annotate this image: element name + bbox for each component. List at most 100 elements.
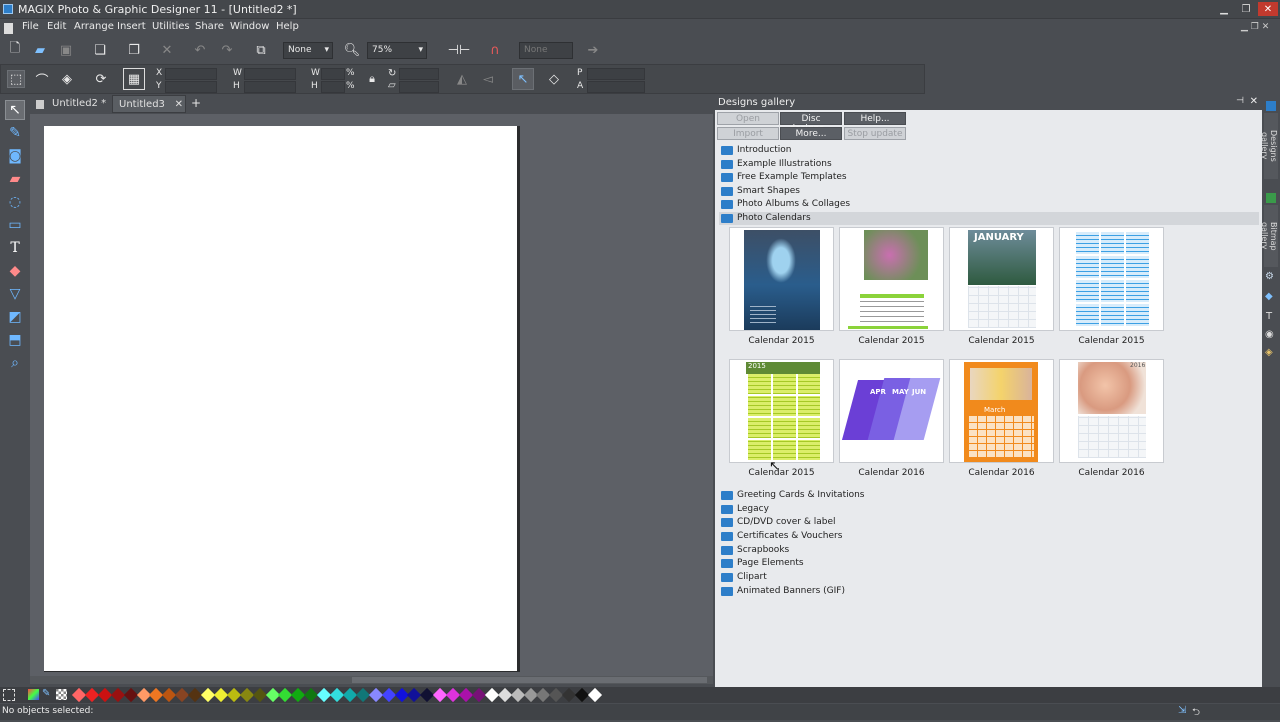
color-swatch[interactable] [239,687,254,703]
snap-magnet-icon[interactable]: ∩ [486,41,504,59]
designs-gallery-icon[interactable] [1266,101,1276,111]
calendar-thumbnail[interactable]: JANUARY [949,227,1054,331]
tab-bitmap-gallery[interactable]: Bitmap gallery [1260,205,1278,267]
color-swatch[interactable] [484,687,499,703]
color-gallery-icon[interactable]: ◉ [1265,329,1274,340]
scrollbar-thumb[interactable] [352,677,707,683]
calendar-thumbnail[interactable]: 2016 [1059,359,1164,463]
color-swatch[interactable] [252,687,267,703]
color-swatch[interactable] [497,687,512,703]
transform-icon[interactable]: ⧉ [252,41,270,59]
bitmap-gallery-icon[interactable] [1266,193,1276,203]
curve-icon[interactable]: ⌒ [33,70,51,89]
eyedropper-icon[interactable]: ✎ [42,688,50,699]
color-swatch[interactable] [123,687,138,703]
transparency-tool-icon[interactable]: ▽ [5,284,25,304]
folder-greeting-cards[interactable]: Greeting Cards & Invitations [719,489,1259,502]
zoom-icon[interactable]: 🔍︎ [343,41,361,59]
folder-smart-shapes[interactable]: Smart Shapes [719,185,1259,198]
undo-status-icon[interactable]: ⮌ [1192,705,1200,722]
a-field[interactable] [587,81,645,93]
x-field[interactable] [165,68,217,80]
redo-icon[interactable]: ↷ [218,41,236,59]
doc-window-controls[interactable]: ▁ ❐ ✕ [1241,22,1269,32]
color-swatch[interactable] [381,687,396,703]
selector-mode-icon[interactable]: ⬚ [7,70,25,88]
delete-icon[interactable]: ✕ [158,41,176,59]
color-swatch[interactable] [213,687,228,703]
shadow-tool-icon[interactable]: ◩ [5,307,25,327]
folder-introduction[interactable]: Introduction [719,144,1259,157]
calendar-thumbnail[interactable] [839,227,944,331]
tag-icon[interactable]: ◇ [545,70,563,88]
calendar-thumbnail[interactable]: 2015 [729,359,834,463]
horizontal-scrollbar[interactable] [30,676,713,684]
y-field[interactable] [165,81,217,93]
more-button[interactable]: More... [780,127,842,140]
folder-animated-banners[interactable]: Animated Banners (GIF) [719,585,1259,598]
lock-aspect-icon[interactable]: 🔒︎ [363,70,381,88]
new-file-icon[interactable]: 🗋 [6,41,24,59]
maximize-button[interactable]: ❐ [1236,2,1256,16]
w-percent-field[interactable] [321,68,345,80]
stop-update-button[interactable]: Stop update [844,127,906,140]
folder-free-example-templates[interactable]: Free Example Templates [719,171,1259,184]
height-field[interactable] [244,81,296,93]
zoom-tool-icon[interactable]: ⌕ [5,353,25,373]
add-tab-icon[interactable]: + [191,96,201,110]
forward-arrow-icon[interactable]: ➔ [584,41,602,59]
color-swatch[interactable] [587,687,603,703]
disc-designs-button[interactable]: Disc designs... [780,112,842,134]
p-field[interactable] [587,68,645,80]
menu-share[interactable]: Share [195,21,224,32]
text-tool-icon[interactable]: T [5,238,25,258]
color-swatch[interactable] [226,687,241,703]
color-swatch[interactable] [510,687,525,703]
feather-select[interactable]: None ▾ [283,42,333,59]
menu-utilities[interactable]: Utilities [152,21,190,32]
fill-icon[interactable]: ◈ [58,70,76,88]
font-gallery-icon[interactable]: T [1266,311,1272,322]
minimize-button[interactable]: ▁ [1214,2,1234,16]
selector-tool-icon[interactable]: ↖ [5,100,25,120]
color-swatch[interactable] [368,687,383,703]
snap-status-icon[interactable]: ⇲ [1178,705,1186,716]
pointer-mode-icon[interactable]: ↖ [512,68,534,90]
font-select[interactable]: None [519,42,573,59]
folder-certificates[interactable]: Certificates & Vouchers [719,530,1259,543]
color-swatch[interactable] [342,687,357,703]
lasso-tool-icon[interactable]: ◌ [5,192,25,212]
rotation-field[interactable] [399,68,439,80]
document-page[interactable] [44,126,520,672]
fill-tool-icon[interactable]: ◆ [5,261,25,281]
paste-icon[interactable]: ❐ [125,41,143,59]
copy-icon[interactable]: ❏ [91,41,109,59]
tab-designs-gallery[interactable]: Designs gallery [1260,113,1278,179]
fill-gallery-icon[interactable]: ◆ [1265,291,1273,302]
gallery-close-icon[interactable]: ✕ [1250,96,1258,107]
canvas-area[interactable] [30,114,713,676]
tag-gallery-icon[interactable]: ◈ [1265,347,1273,358]
color-swatch[interactable] [471,687,486,703]
folder-legacy[interactable]: Legacy [719,503,1259,516]
folder-clipart[interactable]: Clipart [719,571,1259,584]
zoom-select[interactable]: 75% ▾ [367,42,427,59]
flip-horizontal-icon[interactable]: ◭ [453,70,471,88]
calendar-thumbnail[interactable]: APR MAY JUN [839,359,944,463]
calendar-thumbnail[interactable]: March [949,359,1054,463]
calendar-thumbnail[interactable] [1059,227,1164,331]
menu-insert[interactable]: Insert [117,21,146,32]
folder-photo-albums[interactable]: Photo Albums & Collages [719,198,1259,211]
color-swatch[interactable] [110,687,125,703]
menu-arrange[interactable]: Arrange [74,21,114,32]
folder-example-illustrations[interactable]: Example Illustrations [719,158,1259,171]
color-swatch[interactable] [355,687,370,703]
width-field[interactable] [244,68,296,80]
tab-untitled3[interactable]: Untitled3 ✕ [112,95,186,113]
no-color-icon[interactable] [3,689,15,701]
app-icon[interactable] [3,4,13,14]
folder-scrapbooks[interactable]: Scrapbooks [719,544,1259,557]
flip-vertical-icon[interactable]: ◅ [479,70,497,88]
line-gallery-icon[interactable]: ⚙ [1265,271,1274,282]
bevel-tool-icon[interactable]: ⬒ [5,330,25,350]
